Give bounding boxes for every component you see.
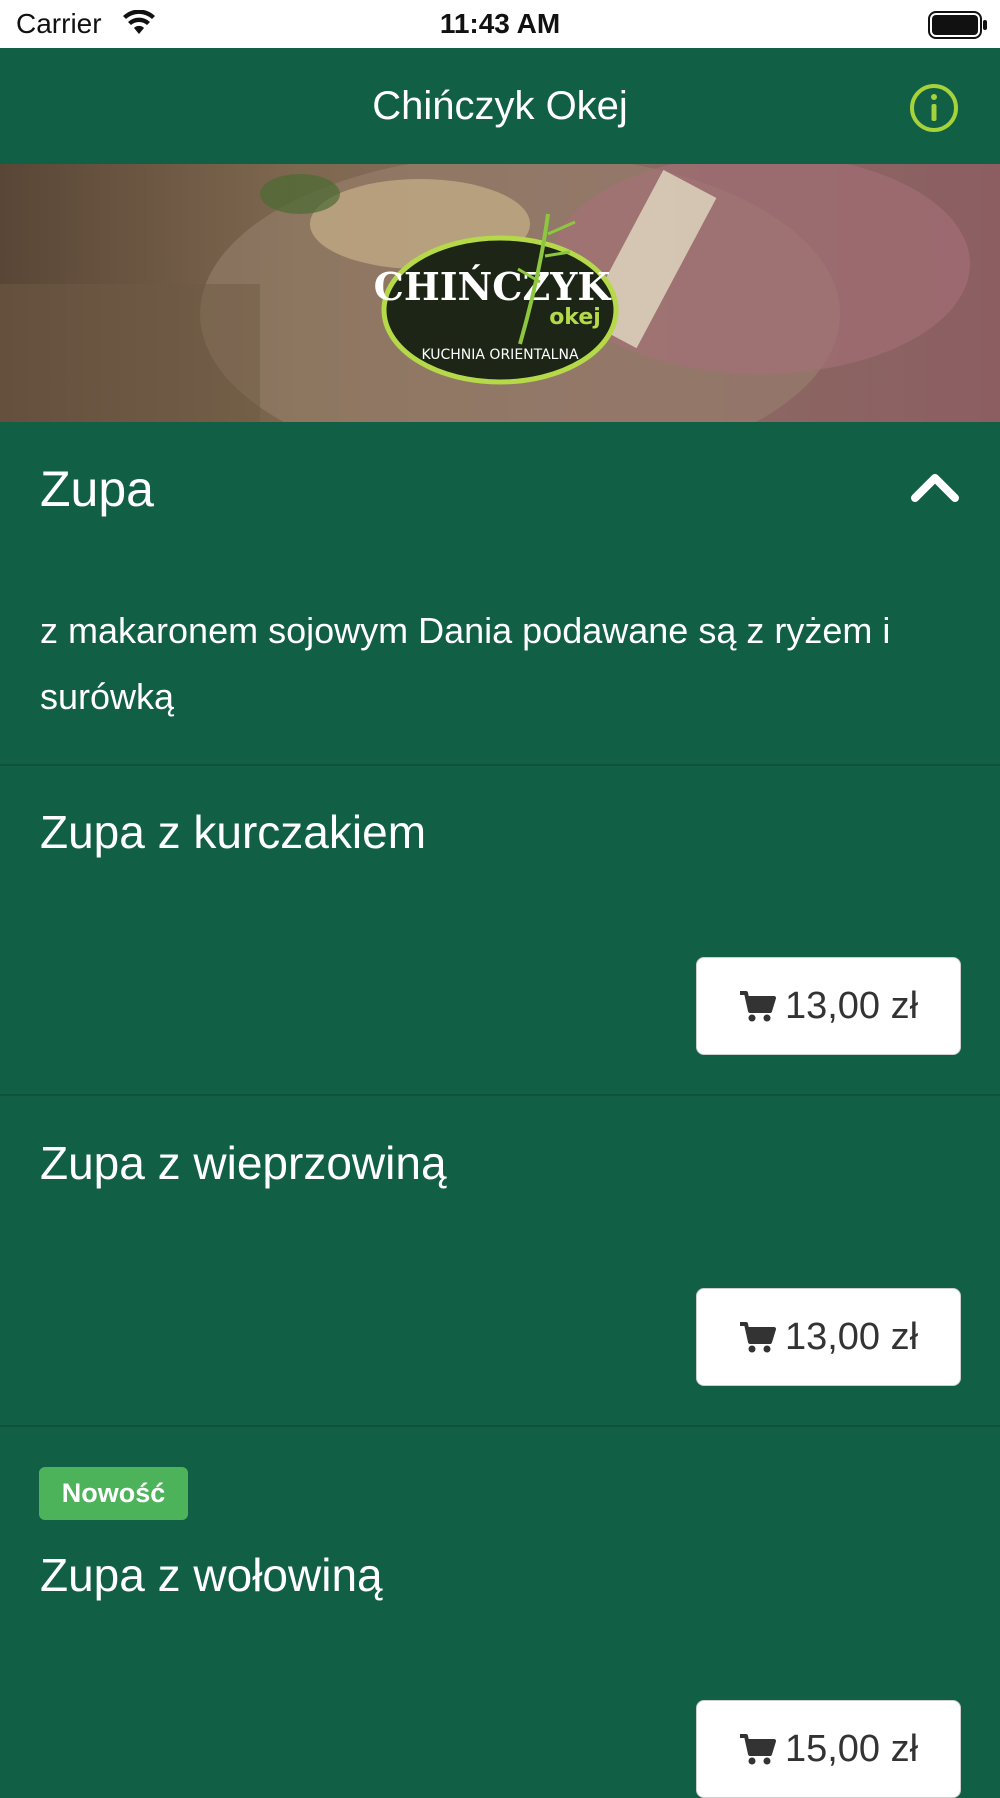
add-to-cart-button[interactable]: 15,00 zł [696, 1700, 961, 1798]
add-to-cart-button[interactable]: 13,00 zł [696, 1288, 961, 1386]
logo-text-tagline: KUCHNIA ORIENTALNA [421, 347, 578, 363]
cart-icon [739, 991, 776, 1022]
price-label: 15,00 zł [784, 1727, 919, 1770]
cart-icon [739, 1734, 776, 1765]
divider [0, 1094, 1000, 1096]
price-label: 13,00 zł [784, 984, 919, 1027]
divider [0, 764, 1000, 766]
chevron-up-icon[interactable] [910, 468, 960, 504]
logo-text-main: CHIŃCZYK [374, 264, 613, 309]
divider [0, 1425, 1000, 1427]
new-badge: Nowość [39, 1467, 188, 1520]
menu-item-name: Zupa z kurczakiem [40, 806, 427, 858]
battery-icon [928, 11, 987, 39]
category-description: z makaronem sojowym Dania podawane są z … [40, 610, 891, 717]
menu-item-name: Zupa z wołowiną [40, 1549, 383, 1601]
status-time: 11:43 AM [439, 8, 561, 39]
navigation-bar: Chińczyk Okej [0, 48, 1000, 164]
price-label: 13,00 zł [784, 1315, 919, 1358]
cart-icon [739, 1322, 776, 1353]
logo-text-sub: okej [549, 305, 601, 330]
info-circle-icon[interactable] [908, 82, 960, 134]
menu-item-name: Zupa z wieprzowiną [40, 1137, 447, 1189]
status-bar: Carrier 11:43 AM [0, 0, 1000, 48]
add-to-cart-button[interactable]: 13,00 zł [696, 957, 961, 1055]
category-title: Zupa [40, 461, 154, 517]
category-header-zupa[interactable]: Zupa [0, 422, 1000, 552]
restaurant-banner: CHIŃCZYK okej KUCHNIA ORIENTALNA [0, 164, 1000, 422]
page-title: Chińczyk Okej [372, 84, 628, 128]
